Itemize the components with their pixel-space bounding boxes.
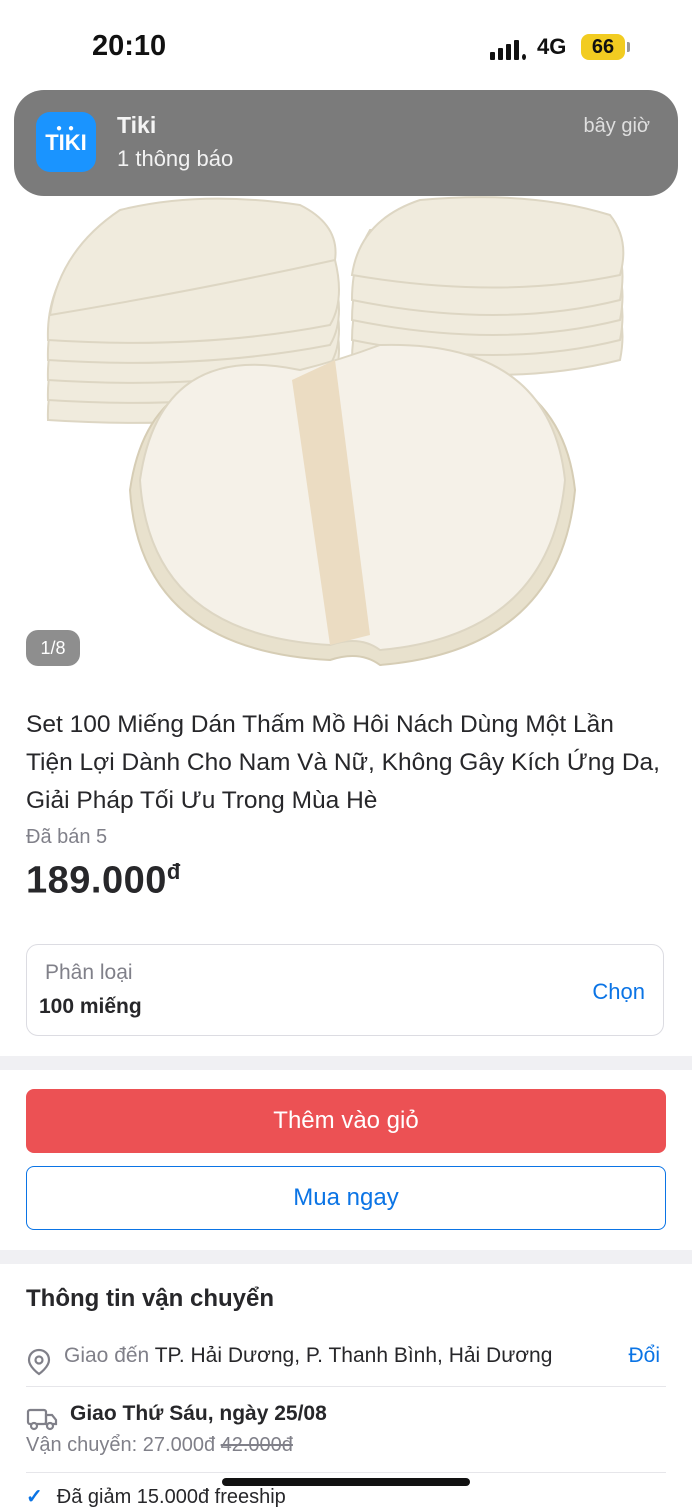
check-icon: ✓: [26, 1486, 43, 1508]
currency-symbol: đ: [166, 859, 181, 884]
delivery-address-row: Giao đến TP. Hải Dương, P. Thanh Bình, H…: [26, 1344, 666, 1376]
variant-selector[interactable]: Phân loại 100 miếng Chọn: [26, 944, 664, 1036]
freeship-discount-text: Đã giảm 15.000đ freeship: [56, 1486, 286, 1508]
shipping-fee-label: Vận chuyển:: [26, 1434, 138, 1456]
product-info: Set 100 Miếng Dán Thấm Mồ Hôi Nách Dùng …: [26, 700, 666, 903]
choose-variant-button[interactable]: Chọn: [592, 979, 645, 1005]
truck-icon: [26, 1408, 58, 1431]
delivery-date: Giao Thứ Sáu, ngày 25/08: [70, 1402, 327, 1425]
shipping-fee-original: 42.000đ: [220, 1434, 293, 1456]
product-title: Set 100 Miếng Dán Thấm Mồ Hôi Nách Dùng …: [26, 711, 660, 814]
shipping-section-title: Thông tin vận chuyển: [26, 1285, 275, 1312]
shipping-fee: Vận chuyển: 27.000đ 42.000đ: [26, 1434, 293, 1457]
deliver-label: Giao đến: [64, 1344, 150, 1367]
notification-title: Tiki: [117, 112, 157, 138]
address-text: TP. Hải Dương, P. Thanh Bình, Hải Dương: [154, 1344, 553, 1367]
row-divider: [26, 1472, 666, 1473]
notification-time: bây giờ: [583, 115, 650, 137]
sold-count: Đã bán 5: [26, 826, 108, 848]
image-counter: 1/8: [26, 630, 80, 666]
delivery-estimate-row: Giao Thứ Sáu, ngày 25/08 Vận chuyển: 27.…: [26, 1402, 666, 1462]
shipping-fee-value: 27.000đ: [142, 1434, 216, 1456]
change-address-button[interactable]: Đổi: [628, 1344, 660, 1368]
notification-body: 1 thông báo: [117, 146, 234, 171]
tiki-app-icon: ●● TIKI: [36, 112, 96, 172]
status-bar: 20:10 4G 66: [0, 0, 692, 90]
add-to-cart-button[interactable]: Thêm vào giỏ: [26, 1089, 666, 1153]
battery-tip: [627, 42, 630, 52]
battery-icon: 66: [581, 34, 625, 60]
price-value: 189.000: [26, 859, 167, 902]
status-time: 20:10: [92, 30, 167, 62]
buy-now-button[interactable]: Mua ngay: [26, 1166, 666, 1230]
section-divider: [0, 1056, 692, 1070]
location-pin-icon: [27, 1348, 51, 1376]
row-divider: [26, 1386, 666, 1387]
network-label: 4G: [537, 34, 567, 59]
section-divider: [0, 1250, 692, 1264]
product-price: 189.000đ: [26, 859, 666, 903]
freeship-discount-row: ✓ Đã giảm 15.000đ freeship: [26, 1484, 286, 1509]
delivery-address: Giao đến TP. Hải Dương, P. Thanh Bình, H…: [64, 1344, 552, 1368]
variant-value: 100 miếng: [39, 995, 142, 1018]
push-notification[interactable]: ●● TIKI Tiki 1 thông báo bây giờ: [14, 90, 678, 196]
variant-label: Phân loại: [45, 961, 133, 984]
home-indicator[interactable]: [222, 1478, 470, 1486]
signal-icon: [490, 36, 526, 60]
